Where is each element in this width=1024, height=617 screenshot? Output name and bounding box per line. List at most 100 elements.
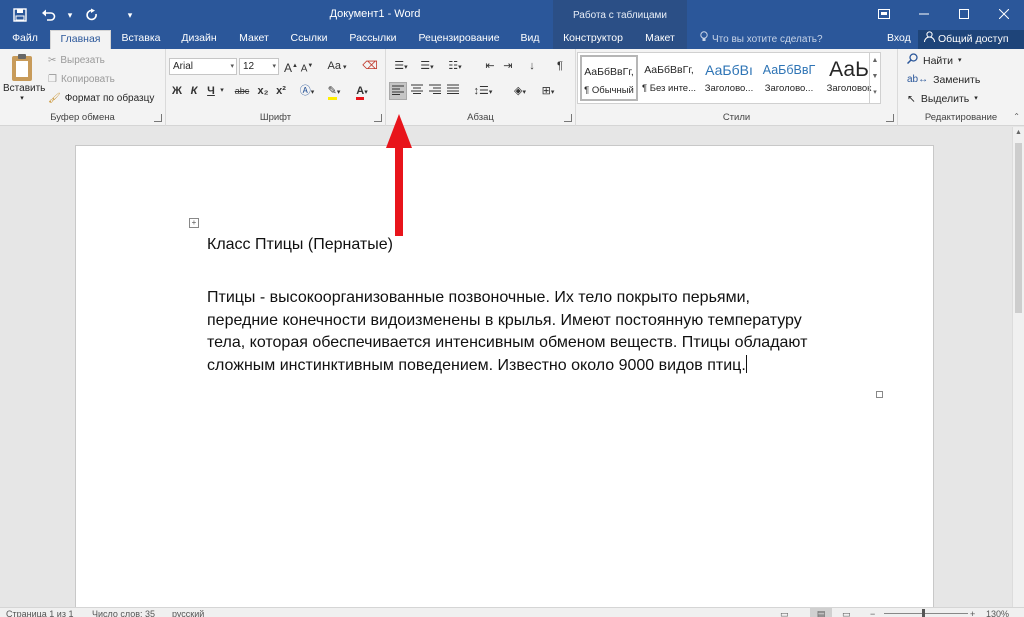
scroll-up-icon[interactable]: ▲ xyxy=(1015,129,1022,136)
styles-launcher-icon[interactable] xyxy=(886,114,894,122)
tab-design[interactable]: Дизайн xyxy=(176,30,222,49)
decrease-indent-icon[interactable]: ⇤ xyxy=(482,57,498,75)
redo-icon[interactable] xyxy=(80,4,104,26)
align-center-button[interactable] xyxy=(409,82,425,100)
document-page[interactable]: + Класс Птицы (Пернатые) Птицы - высокоо… xyxy=(75,145,934,615)
justify-button[interactable] xyxy=(445,82,461,100)
shrink-font-button[interactable]: A▼ xyxy=(300,57,314,75)
find-button[interactable]: Найти ▾ xyxy=(906,53,961,69)
copy-button[interactable]: ❐ Копировать xyxy=(48,72,115,88)
tab-mailings[interactable]: Рассылки xyxy=(344,30,402,49)
document-body[interactable]: Птицы - высокоорганизованные позвоночные… xyxy=(207,287,887,377)
tell-me-box[interactable]: Что вы хотите сделать? xyxy=(700,30,823,49)
zoom-in-icon[interactable]: + xyxy=(970,608,975,617)
underline-dropdown-icon[interactable]: ▾ xyxy=(218,82,226,100)
format-painter-button[interactable]: 🖌 Формат по образцу xyxy=(48,91,154,107)
close-icon[interactable] xyxy=(984,0,1024,28)
scroll-thumb[interactable] xyxy=(1015,143,1022,313)
zoom-slider[interactable] xyxy=(884,613,968,614)
style-normal[interactable]: АаБбВвГг, ¶ Обычный xyxy=(580,55,638,101)
save-icon[interactable] xyxy=(8,4,32,26)
tab-references[interactable]: Ссылки xyxy=(286,30,332,49)
gallery-more-icon[interactable]: ▾ xyxy=(870,85,880,101)
clear-formatting-icon[interactable]: ⌫ xyxy=(362,57,378,75)
shading-icon[interactable]: ◈▾ xyxy=(508,82,532,100)
word-count[interactable]: Число слов: 35 xyxy=(92,608,155,617)
line-spacing-icon[interactable]: ↕☰▾ xyxy=(471,82,495,100)
status-bar: Страница 1 из 1 Число слов: 35 русский ▭… xyxy=(0,607,1024,617)
change-case-button[interactable]: Aa ▾ xyxy=(326,57,348,75)
align-left-button[interactable] xyxy=(389,82,407,100)
show-marks-button[interactable]: ¶ xyxy=(552,57,568,75)
minimize-icon[interactable] xyxy=(904,0,944,28)
restore-icon[interactable] xyxy=(944,0,984,28)
quick-access-toolbar: ▾ ▾ xyxy=(8,4,136,26)
highlight-color-icon[interactable]: ✎▾ xyxy=(323,82,345,100)
tab-table-layout[interactable]: Макет xyxy=(633,30,687,49)
superscript-button[interactable]: x² xyxy=(273,82,289,100)
font-launcher-icon[interactable] xyxy=(374,114,382,122)
sort-icon[interactable]: ↓ xyxy=(524,57,540,75)
chevron-down-icon[interactable]: ▼ xyxy=(870,69,880,85)
table-resize-handle[interactable] xyxy=(876,391,883,398)
collapse-ribbon-icon[interactable]: ⌃ xyxy=(1013,112,1020,121)
strikethrough-button[interactable]: abc xyxy=(231,82,253,100)
read-mode-icon[interactable]: ▭ xyxy=(780,608,789,617)
style-heading-1[interactable]: АаБбВı Заголово... xyxy=(700,55,758,101)
gallery-scrollbar[interactable]: ▲ ▼ ▾ xyxy=(869,53,880,103)
zoom-out-icon[interactable]: − xyxy=(870,608,875,617)
share-button[interactable]: Общий доступ xyxy=(918,30,1024,49)
tell-me-placeholder: Что вы хотите сделать? xyxy=(712,34,823,45)
bullets-icon[interactable]: ☰▾ xyxy=(390,57,412,75)
numbering-icon[interactable]: ☰▾ xyxy=(416,57,438,75)
font-name-combo[interactable]: Arial ▾ xyxy=(169,58,237,75)
chevron-up-icon[interactable]: ▲ xyxy=(870,53,880,69)
zoom-level[interactable]: 130% xyxy=(986,608,1009,617)
italic-button[interactable]: К xyxy=(187,82,201,100)
cut-button[interactable]: ✂ Вырезать xyxy=(48,53,105,69)
clipboard-launcher-icon[interactable] xyxy=(154,114,162,122)
multilevel-list-icon[interactable]: ☷▾ xyxy=(444,57,466,75)
vertical-scrollbar[interactable]: ▲ xyxy=(1012,127,1024,607)
clipboard-group: Вставить ▾ ✂ Вырезать ❐ Копировать 🖌 Фор… xyxy=(0,49,166,126)
scissors-icon: ✂ xyxy=(48,55,57,66)
text-effects-icon[interactable]: Ⓐ▾ xyxy=(296,82,318,100)
style-no-spacing[interactable]: АаБбВвГг, ¶ Без инте... xyxy=(640,55,698,101)
align-right-button[interactable] xyxy=(427,82,443,100)
paste-button[interactable]: Вставить ▾ xyxy=(3,53,46,105)
customize-qat-icon[interactable]: ▾ xyxy=(124,4,136,26)
tab-table-design[interactable]: Конструктор xyxy=(553,30,633,49)
borders-icon[interactable]: ⊞▾ xyxy=(536,82,560,100)
tab-view[interactable]: Вид xyxy=(514,30,546,49)
ribbon-display-options-icon[interactable] xyxy=(864,0,904,28)
sign-in-link[interactable]: Вход xyxy=(887,30,911,47)
tab-review[interactable]: Рецензирование xyxy=(414,30,504,49)
replace-button[interactable]: ab↔ Заменить xyxy=(907,72,980,88)
tab-layout[interactable]: Макет xyxy=(232,30,276,49)
select-button[interactable]: ↖ Выделить ▾ xyxy=(907,91,978,107)
paragraph-launcher-icon[interactable] xyxy=(564,114,572,122)
tab-insert[interactable]: Вставка xyxy=(117,30,165,49)
style-heading-2[interactable]: АаБбВвГ Заголово... xyxy=(760,55,818,101)
web-layout-icon[interactable]: ▭ xyxy=(842,608,851,617)
tab-home[interactable]: Главная xyxy=(50,30,111,49)
font-color-icon[interactable]: A▾ xyxy=(351,82,373,100)
language-indicator[interactable]: русский xyxy=(172,608,204,617)
font-size-combo[interactable]: 12 ▾ xyxy=(239,58,279,75)
paintbrush-icon: 🖌 xyxy=(48,93,61,104)
grow-font-button[interactable]: A▲ xyxy=(284,57,298,75)
document-heading[interactable]: Класс Птицы (Пернатые) xyxy=(207,236,393,254)
increase-indent-icon[interactable]: ⇥ xyxy=(500,57,516,75)
styles-group-label: Стили xyxy=(722,112,751,123)
underline-button[interactable]: Ч xyxy=(204,82,218,100)
zoom-slider-thumb[interactable] xyxy=(922,609,925,617)
undo-icon[interactable] xyxy=(36,4,60,26)
print-layout-icon[interactable]: ▤ xyxy=(810,608,832,617)
undo-dropdown-icon[interactable]: ▾ xyxy=(64,4,76,26)
tab-file[interactable]: Файл xyxy=(8,30,42,49)
bold-button[interactable]: Ж xyxy=(170,82,184,100)
paste-label: Вставить xyxy=(3,83,46,94)
table-move-handle-icon[interactable]: + xyxy=(189,218,199,228)
page-count[interactable]: Страница 1 из 1 xyxy=(6,608,73,617)
subscript-button[interactable]: x₂ xyxy=(255,82,271,100)
